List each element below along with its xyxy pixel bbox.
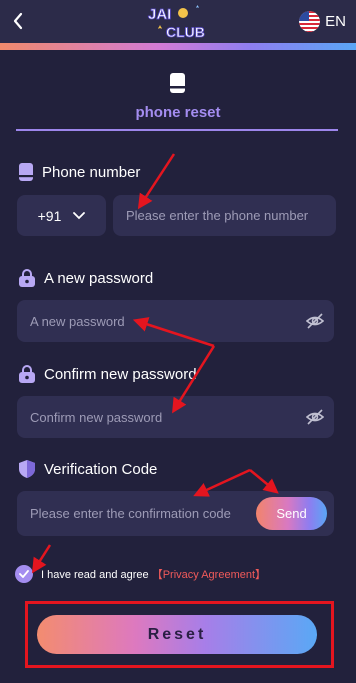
- new-password-label-text: A new password: [44, 269, 154, 287]
- check-icon: [19, 570, 29, 578]
- reset-button[interactable]: Reset: [37, 615, 317, 654]
- verification-code-label: Verification Code: [18, 459, 157, 479]
- annotation-arrow-checkbox: [31, 544, 52, 574]
- phone-number-label-text: Phone number: [42, 163, 141, 181]
- confirm-password-placeholder: Confirm new password: [30, 409, 163, 425]
- eye-off-icon[interactable]: [306, 312, 324, 330]
- new-password-label: A new password: [18, 268, 153, 288]
- top-bar: JAI CLUB EN: [0, 0, 356, 43]
- lock-icon: [19, 269, 35, 287]
- phone-icon: [170, 73, 185, 93]
- new-password-input[interactable]: A new password: [17, 300, 334, 342]
- annotation-arrow-code: [193, 468, 251, 497]
- eye-off-icon[interactable]: [306, 408, 324, 426]
- phone-number-input[interactable]: Please enter the phone number: [113, 195, 336, 236]
- verification-code-label-text: Verification Code: [44, 460, 158, 478]
- phone-number-label: Phone number: [18, 162, 140, 182]
- lock-icon: [19, 365, 35, 383]
- country-code-value: +91: [37, 207, 62, 224]
- language-selector[interactable]: EN: [299, 10, 346, 32]
- new-password-placeholder: A new password: [30, 313, 125, 329]
- tab-phone-reset[interactable]: phone reset: [0, 104, 356, 121]
- verification-code-placeholder: Please enter the confirmation code: [30, 506, 231, 521]
- tab-underline: [16, 129, 338, 131]
- us-flag-icon: [299, 10, 321, 32]
- logo-line2: CLUB: [166, 24, 205, 40]
- language-label: EN: [325, 12, 346, 30]
- shield-icon: [19, 460, 35, 478]
- confirm-password-label: Confirm new password: [18, 364, 197, 384]
- agreement-checkbox[interactable]: [15, 565, 33, 583]
- phone-icon: [19, 163, 33, 181]
- agreement-text: I have read and agree: [41, 569, 149, 581]
- confirm-password-label-text: Confirm new password: [44, 365, 197, 383]
- privacy-agreement-link[interactable]: 【Privacy Agreement】: [152, 569, 266, 581]
- confirm-password-input[interactable]: Confirm new password: [17, 396, 334, 438]
- back-button[interactable]: [6, 8, 30, 34]
- header-gradient-stripe: [0, 43, 356, 50]
- country-code-select[interactable]: +91: [17, 195, 106, 236]
- chevron-down-icon: [73, 211, 86, 219]
- logo-line1: JAI: [148, 6, 171, 23]
- agreement-row: I have read and agree 【Privacy Agreement…: [15, 565, 266, 583]
- annotation-arrow-send: [249, 469, 279, 494]
- logo: JAI CLUB: [140, 2, 214, 42]
- back-arrow-icon: [13, 12, 23, 30]
- phone-number-placeholder: Please enter the phone number: [126, 208, 309, 223]
- send-code-button[interactable]: Send: [256, 497, 327, 530]
